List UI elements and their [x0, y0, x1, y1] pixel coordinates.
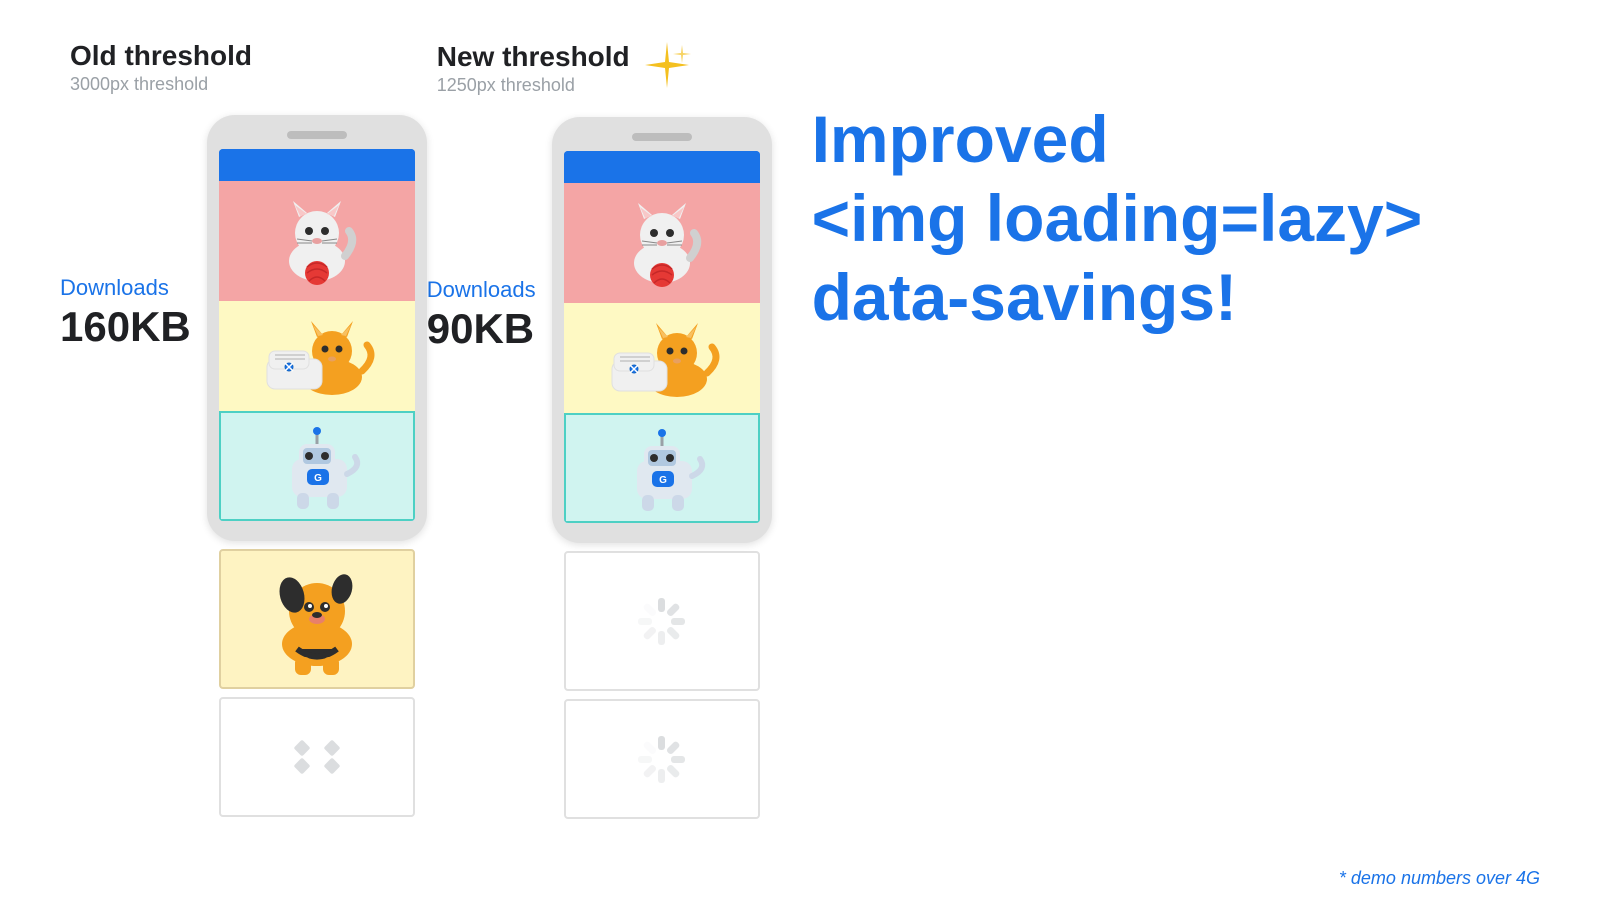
demo-note: * demo numbers over 4G	[1339, 868, 1540, 889]
improved-line3: data-savings!	[812, 260, 1237, 334]
left-header: Old threshold 3000px threshold	[60, 40, 252, 95]
svg-text:G: G	[659, 475, 667, 486]
right-downloads-size: 90KB	[427, 305, 536, 353]
left-img-robot-dog: G	[219, 411, 415, 521]
left-phone-screen: G	[219, 149, 415, 521]
right-img-robot-dog: G	[564, 413, 760, 523]
right-phone-notch	[632, 133, 692, 141]
left-img-cat	[219, 181, 415, 301]
left-phone: G	[207, 115, 427, 541]
right-phone: G	[552, 117, 772, 543]
left-downloads-label: Downloads	[60, 275, 191, 301]
right-downloads-info: Downloads 90KB	[427, 277, 536, 353]
new-threshold-title: New threshold	[437, 41, 630, 73]
improved-line1: Improved	[812, 102, 1109, 176]
left-column: Old threshold 3000px threshold Downloads…	[60, 40, 427, 817]
right-img-orange-cat	[564, 303, 760, 413]
old-threshold-title: Old threshold	[70, 40, 252, 72]
left-loading-placeholder	[219, 697, 415, 817]
right-loading-2	[564, 699, 760, 819]
svg-text:G: G	[314, 473, 322, 484]
old-threshold-subtitle: 3000px threshold	[70, 74, 252, 95]
left-img-orange-cat	[219, 301, 415, 411]
left-loading-icon	[296, 742, 338, 772]
sparkle-icon	[642, 40, 692, 97]
right-downloads-label: Downloads	[427, 277, 536, 303]
right-column: New threshold 1250px threshold Downloads…	[427, 40, 772, 819]
new-threshold-subtitle: 1250px threshold	[437, 75, 630, 96]
improved-line2: <img loading=lazy>	[812, 181, 1423, 255]
page-container: Old threshold 3000px threshold Downloads…	[0, 0, 1600, 919]
left-downloads-size: 160KB	[60, 303, 191, 351]
right-phone-screen: G	[564, 151, 760, 523]
improved-text: Improved <img loading=lazy> data-savings…	[812, 100, 1540, 338]
right-loading-1	[564, 551, 760, 691]
left-downloads-info: Downloads 160KB	[60, 275, 191, 351]
right-header: New threshold 1250px threshold	[427, 40, 692, 97]
left-img-yellow-dog	[219, 549, 415, 689]
left-phone-notch	[287, 131, 347, 139]
info-section: Improved <img loading=lazy> data-savings…	[772, 40, 1540, 338]
right-img-cat	[564, 183, 760, 303]
